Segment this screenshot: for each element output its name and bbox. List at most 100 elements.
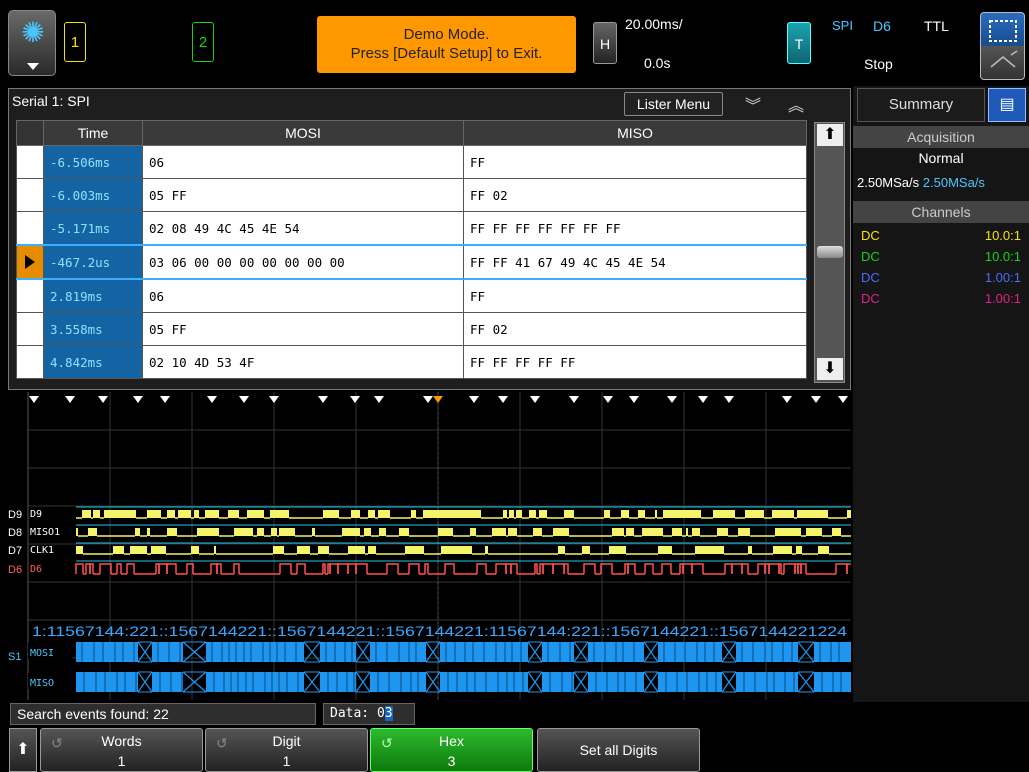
digital-high-segment <box>234 528 241 536</box>
digital-high-segment <box>638 510 645 518</box>
softkey-digit[interactable]: ↺ Digit 1 <box>205 728 368 772</box>
data-label: Data: 0 <box>330 706 385 721</box>
back-up-icon[interactable]: ⬆ <box>9 728 37 772</box>
digital-high-segment <box>818 546 829 554</box>
softkey-title: Digit <box>272 733 301 749</box>
digital-high-segment <box>342 528 344 536</box>
scroll-down-icon[interactable]: ⬇ <box>817 358 843 380</box>
row-selector[interactable] <box>16 211 44 246</box>
channel-2-button[interactable]: 2 <box>192 22 214 62</box>
horizontal-button[interactable]: H <box>593 22 617 64</box>
digital-high-segment <box>320 546 329 554</box>
scroll-up-icon[interactable]: ⬆ <box>817 124 843 146</box>
data-cursor-digit[interactable]: 3 <box>384 706 393 721</box>
digital-high-segment <box>492 528 501 536</box>
mosi-decode-block <box>658 642 722 662</box>
digital-high-segment <box>612 528 617 536</box>
digital-high-segment <box>806 528 817 536</box>
table-row[interactable]: -6.003ms 05 FF FF 02 <box>16 178 807 212</box>
softkey-hex[interactable]: ↺ Hex 3 <box>370 728 533 772</box>
digital-high-segment <box>817 528 822 536</box>
digital-high-segment <box>247 510 258 518</box>
digital-high-segment <box>516 510 522 518</box>
digital-high-segment <box>293 528 295 536</box>
digital-high-segment <box>276 510 280 518</box>
miso-decode-block <box>76 672 138 692</box>
digital-high-segment <box>456 546 466 554</box>
digital-high-segment <box>688 510 699 518</box>
digital-high-segment <box>378 510 388 518</box>
waveform-display[interactable]: 1:11567144:221::1567144221::1567144221::… <box>8 392 851 700</box>
row-selector[interactable] <box>16 345 44 379</box>
column-header-time[interactable]: Time <box>43 120 143 146</box>
channel-4-info: DC 1.00:1 <box>861 291 1021 310</box>
demo-line-1: Demo Mode. <box>403 26 490 43</box>
channel-1-button[interactable]: 1 <box>64 22 86 62</box>
digital-high-segment <box>775 528 779 536</box>
agilent-logo-icon: ✺ <box>21 17 45 48</box>
row-mosi: 06 <box>142 145 464 179</box>
expand-up-icon[interactable]: ︽ <box>788 92 804 116</box>
table-row[interactable]: 2.819ms 06 FF <box>16 278 807 313</box>
row-selector[interactable] <box>16 278 44 313</box>
sample-rate-alt: 2.50MSa/s <box>922 175 985 190</box>
table-row[interactable]: 3.558ms 05 FF FF 02 <box>16 312 807 346</box>
digital-high-segment <box>759 510 764 518</box>
mosi-decode-block <box>206 642 304 662</box>
list-view-icon[interactable]: ▤ <box>988 88 1026 122</box>
column-header-mosi[interactable]: MOSI <box>142 120 464 146</box>
digital-high-segment <box>819 510 828 518</box>
row-selector[interactable] <box>16 244 44 280</box>
table-row-selected[interactable]: -467.2us 03 06 00 00 00 00 00 00 00 FF F… <box>16 244 807 280</box>
digital-high-segment <box>135 528 140 536</box>
digital-high-segment <box>197 528 203 536</box>
digital-high-segment <box>679 510 683 518</box>
scroll-thumb[interactable] <box>817 246 843 258</box>
digital-high-segment <box>417 546 424 554</box>
channel-2-info: DC 10.0:1 <box>861 249 1021 268</box>
main-menu-button[interactable]: ✺ <box>8 10 56 76</box>
column-header-miso[interactable]: MISO <box>463 120 807 146</box>
digital-high-segment <box>330 510 335 518</box>
digital-high-segment <box>104 510 112 518</box>
digital-high-segment <box>318 546 320 554</box>
digital-high-segment <box>379 528 381 536</box>
table-row[interactable]: -6.506ms 06 FF <box>16 145 807 179</box>
mosi-decode-block <box>736 642 798 662</box>
softkey-words[interactable]: ↺ Words 1 <box>40 728 203 772</box>
digital-high-segment <box>135 546 140 554</box>
digital-high-segment <box>167 528 175 536</box>
mosi-decode-block <box>370 642 426 662</box>
decode-text: 1:11567144:221::1567144221::1567144221::… <box>32 623 847 639</box>
digital-high-segment <box>655 510 657 518</box>
row-selector[interactable] <box>16 178 44 212</box>
digital-high-segment <box>692 528 700 536</box>
digital-high-segment <box>779 528 787 536</box>
digital-high-segment <box>797 510 807 518</box>
digital-label-clk1: CLK1 <box>30 545 54 556</box>
row-selector[interactable] <box>16 145 44 179</box>
tab-summary[interactable]: Summary <box>857 88 985 122</box>
table-row[interactable]: -5.171ms 02 08 49 4C 45 4E 54 FF FF FF F… <box>16 211 807 246</box>
digital-high-segment <box>747 510 753 518</box>
digital-high-segment <box>279 528 285 536</box>
digital-high-segment <box>388 510 390 518</box>
digital-high-segment <box>364 528 371 536</box>
row-selector[interactable] <box>16 312 44 346</box>
digital-high-segment <box>433 510 439 518</box>
table-row[interactable]: 4.842ms 02 10 4D 53 4F FF FF FF FF FF <box>16 345 807 379</box>
collapse-down-icon[interactable]: ︾ <box>745 92 761 116</box>
digital-high-segment <box>335 510 339 518</box>
softkey-set-all-digits[interactable]: Set all Digits <box>537 728 700 772</box>
zoom-measure-button[interactable] <box>980 12 1025 80</box>
data-input[interactable]: Data: 03 <box>323 703 415 725</box>
lister-menu-button[interactable]: Lister Menu <box>624 92 723 116</box>
digital-high-segment <box>720 510 730 518</box>
digital-high-segment <box>672 528 680 536</box>
digital-high-segment <box>773 546 777 554</box>
trigger-button[interactable]: T <box>787 22 811 64</box>
miso-decode-block <box>658 672 722 692</box>
digital-high-segment <box>88 528 92 536</box>
digital-high-segment <box>352 528 360 536</box>
digital-high-segment <box>680 528 682 536</box>
